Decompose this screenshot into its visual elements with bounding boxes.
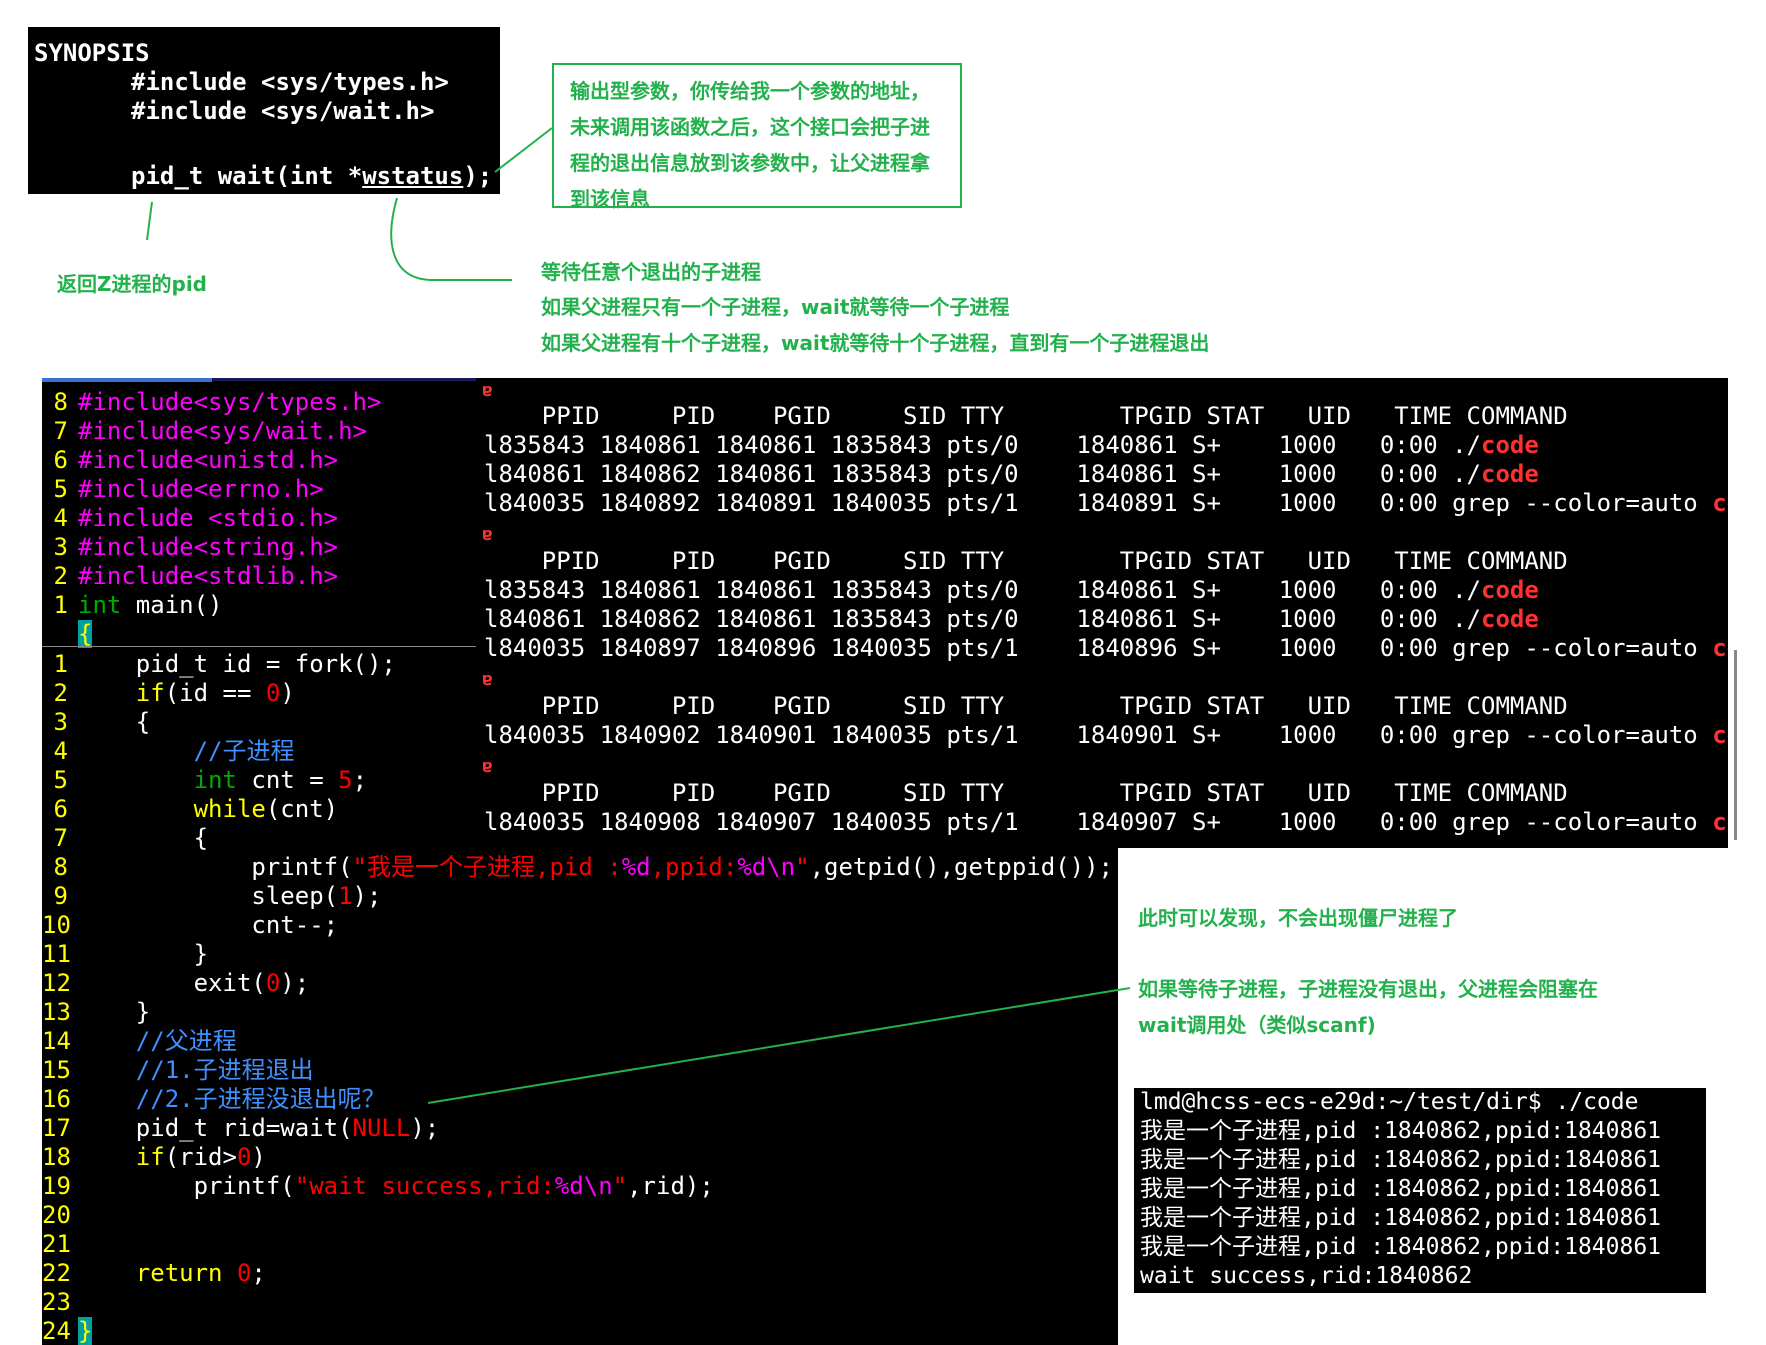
- connector-lines: [146, 127, 1131, 1104]
- connector-wait-any: [390, 197, 512, 281]
- connector-blocking: [427, 987, 1131, 1104]
- connector-return-value: [146, 201, 153, 241]
- connector-output-param: [494, 127, 553, 173]
